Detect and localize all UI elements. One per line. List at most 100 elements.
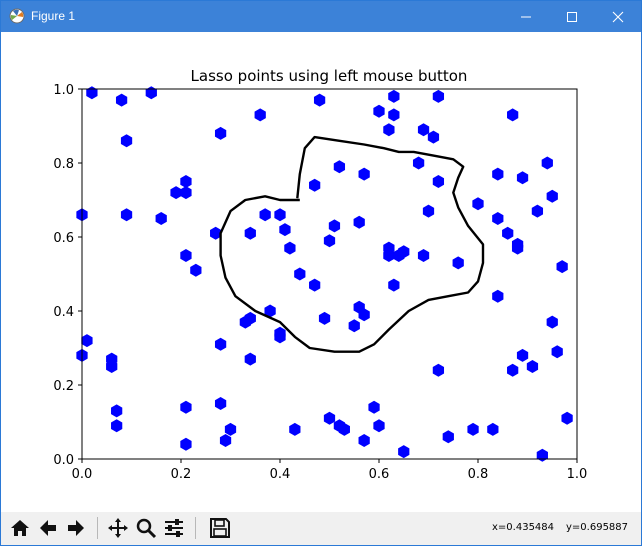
data-point — [214, 126, 227, 140]
data-point — [398, 445, 410, 459]
y-tick-label: 0.6 — [53, 231, 74, 246]
x-tick-label: 0.6 — [369, 467, 390, 482]
data-point — [541, 156, 553, 170]
data-point — [328, 219, 341, 233]
data-point — [427, 130, 440, 144]
data-point — [244, 226, 256, 240]
data-point — [452, 256, 464, 270]
data-point — [546, 315, 558, 329]
maximize-button[interactable] — [549, 1, 595, 32]
data-point — [318, 311, 331, 325]
data-point — [111, 419, 123, 433]
scatter-chart[interactable]: Lasso points using left mouse button 0.0… — [1, 32, 641, 512]
data-point — [442, 430, 454, 444]
data-point — [279, 223, 291, 237]
data-point — [467, 422, 479, 436]
data-point — [417, 249, 430, 262]
figure-canvas[interactable]: Lasso points using left mouse button 0.0… — [1, 32, 641, 512]
data-point — [551, 345, 563, 359]
data-point — [507, 363, 519, 377]
data-point — [383, 123, 395, 137]
data-point — [353, 215, 365, 229]
data-point — [294, 267, 306, 281]
cursor-y-readout: y=0.695887 — [566, 522, 629, 533]
save-icon — [210, 518, 230, 538]
data-point — [323, 234, 336, 248]
data-point — [180, 175, 192, 188]
data-point — [111, 404, 123, 418]
data-point — [254, 108, 266, 122]
data-point — [531, 204, 544, 218]
y-tick-label: 0.0 — [53, 453, 74, 468]
data-point — [155, 212, 167, 225]
data-point — [323, 411, 336, 425]
x-tick-label: 1.0 — [567, 467, 588, 482]
ticks-layer: 0.0 0.2 0.4 0.6 0.8 1.0 0.0 0.2 0.4 0.6 0.8 1.0 — [53, 83, 587, 482]
data-point — [556, 260, 568, 274]
back-arrow-icon — [40, 520, 56, 536]
data-point — [244, 352, 256, 366]
data-point — [115, 93, 128, 107]
subplots-icon — [165, 519, 183, 537]
home-button[interactable] — [7, 515, 33, 541]
x-tick-label: 0.4 — [270, 467, 291, 482]
data-point — [502, 226, 514, 240]
y-tick-label: 0.8 — [53, 157, 74, 172]
axes-frame — [81, 88, 578, 460]
zoom-button[interactable] — [133, 515, 159, 541]
x-tick-label: 0.2 — [171, 467, 192, 482]
chart-title: Lasso points using left mouse button — [191, 67, 468, 85]
toolbar-separator — [195, 517, 196, 539]
data-point — [333, 160, 346, 174]
data-point — [180, 400, 192, 414]
close-button[interactable] — [595, 1, 641, 32]
data-point — [274, 208, 286, 222]
save-button[interactable] — [207, 515, 233, 541]
data-point — [145, 86, 157, 100]
points-layer — [76, 86, 573, 462]
data-point — [214, 337, 227, 351]
data-point — [214, 397, 227, 410]
x-tick-label: 0.8 — [468, 467, 489, 482]
pan-button[interactable] — [105, 515, 131, 541]
data-point — [120, 134, 133, 148]
data-point — [526, 360, 539, 373]
data-point — [516, 348, 529, 362]
x-tick-label: 0.0 — [72, 467, 93, 482]
y-tick-label: 0.4 — [53, 305, 74, 320]
data-point — [348, 319, 360, 333]
back-button[interactable] — [35, 515, 61, 541]
data-point — [492, 212, 504, 225]
data-point — [388, 89, 400, 103]
data-point — [180, 186, 192, 200]
title-bar[interactable]: Figure 1 — [1, 1, 641, 32]
data-point — [309, 178, 321, 192]
data-point — [536, 448, 548, 462]
forward-arrow-icon — [68, 520, 84, 536]
data-point — [561, 411, 573, 425]
data-point — [373, 419, 385, 433]
lasso-layer — [219, 135, 485, 353]
data-point — [412, 156, 425, 170]
data-point — [313, 93, 326, 107]
data-point — [546, 189, 558, 203]
y-tick-label: 0.2 — [53, 379, 74, 394]
data-point — [388, 278, 400, 292]
data-point — [284, 241, 296, 255]
subplots-button[interactable] — [161, 515, 187, 541]
home-icon — [11, 520, 29, 536]
data-point — [516, 171, 529, 185]
forward-button[interactable] — [63, 515, 89, 541]
data-point — [432, 363, 445, 377]
y-tick-label: 1.0 — [53, 83, 74, 98]
data-point — [388, 108, 400, 122]
data-point — [224, 422, 237, 436]
minimize-button[interactable] — [503, 1, 549, 32]
pan-icon — [108, 518, 128, 538]
data-point — [219, 434, 232, 447]
data-point — [368, 400, 380, 414]
figure-window: Figure 1 Lasso points using left mouse b… — [0, 0, 642, 546]
data-point — [432, 175, 445, 188]
data-point — [180, 437, 192, 451]
data-point — [422, 204, 435, 218]
